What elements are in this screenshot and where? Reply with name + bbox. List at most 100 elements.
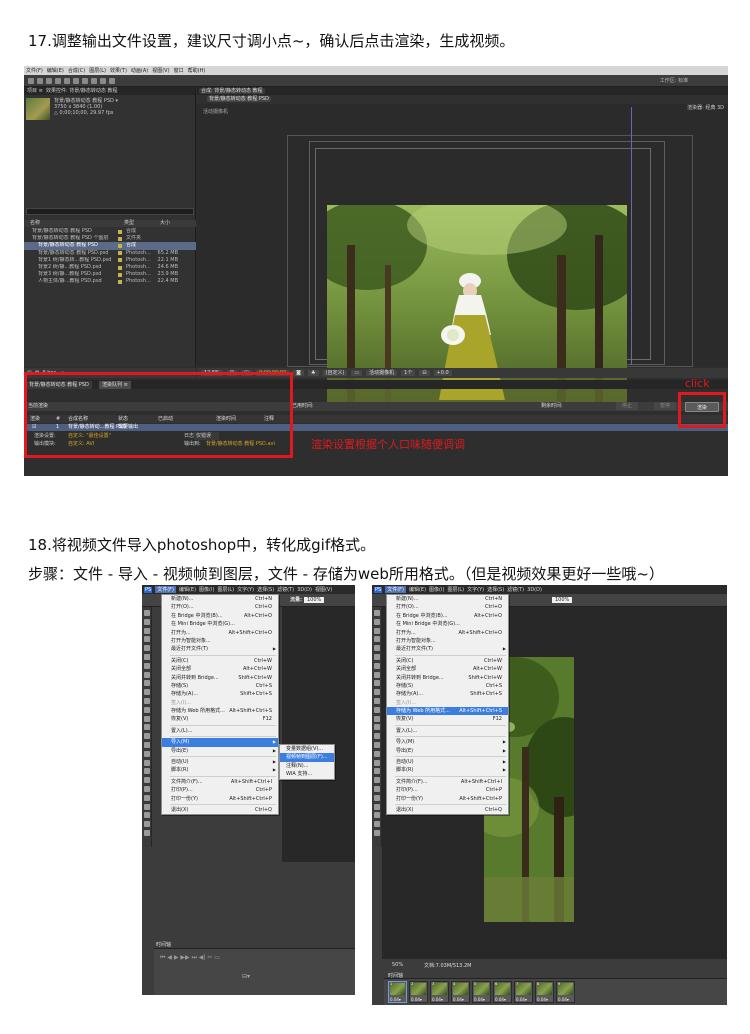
menu-item[interactable]: 在 Bridge 中浏览(B)... Alt+Ctrl+O bbox=[387, 612, 508, 620]
column-type[interactable]: 类型 bbox=[118, 220, 154, 227]
ps-menu-item[interactable]: 图像(I) bbox=[199, 586, 214, 593]
viewer-control[interactable]: ⊟ bbox=[419, 370, 430, 376]
pan-tool-icon[interactable] bbox=[73, 78, 79, 84]
project-item[interactable]: 背景/静态转动态 教程 PSD 合成 bbox=[24, 228, 196, 235]
project-item[interactable]: 背景1 树/静态转...教程 PSD.psd Photosh... 22.1 MB bbox=[24, 257, 196, 264]
menu-item[interactable]: 打开为... Alt+Shift+Ctrl+O bbox=[387, 629, 508, 637]
ps-tool-icon[interactable] bbox=[374, 742, 380, 748]
menu-item[interactable]: 打开为智能对象... bbox=[162, 637, 278, 645]
pause-button[interactable]: 暂停 bbox=[654, 402, 677, 410]
submenu-item[interactable]: WIA 支持... bbox=[280, 770, 334, 778]
frame-delay[interactable]: 0.04▾ bbox=[432, 997, 443, 1002]
menu-item[interactable]: 关闭全部 Alt+Ctrl+W bbox=[387, 665, 508, 673]
project-item[interactable]: 背景/静态转动态 教程 PSD.psd Photosh... 65.2 MB bbox=[24, 250, 196, 257]
menu-item[interactable]: 文件简介(F)... Alt+Shift+Ctrl+I bbox=[387, 778, 508, 786]
ae-menu-item[interactable]: 图层(L) bbox=[89, 67, 106, 74]
document-info[interactable]: 文档:7.03M/513.2M bbox=[424, 962, 471, 969]
ps-tool-icon[interactable] bbox=[374, 794, 380, 801]
ae-menu-item[interactable]: 合成(C) bbox=[68, 67, 85, 74]
ps-tool-icon[interactable] bbox=[374, 830, 380, 836]
ps-tool-icon[interactable] bbox=[144, 715, 150, 722]
menu-item[interactable]: 存储为(A)... Shift+Ctrl+S bbox=[387, 690, 508, 698]
ps-tool-icon[interactable] bbox=[374, 724, 380, 731]
ps-tool-icon[interactable] bbox=[374, 812, 380, 819]
brush-tool-icon[interactable] bbox=[109, 78, 115, 84]
viewer-control[interactable]: +0.0 bbox=[433, 370, 452, 376]
ps-tool-icon[interactable] bbox=[374, 610, 380, 616]
ae-menu-item[interactable]: 动画(A) bbox=[131, 67, 148, 74]
ps-tool-icon[interactable] bbox=[374, 645, 380, 652]
ps-menu-item[interactable]: 文件(F) bbox=[385, 586, 406, 593]
ps-tool-icon[interactable] bbox=[144, 680, 150, 687]
ps-tool-icon[interactable] bbox=[144, 759, 150, 766]
menu-item[interactable]: 关闭(C) Ctrl+W bbox=[387, 657, 508, 665]
ps-menu-item[interactable]: 视图(V) bbox=[315, 586, 332, 593]
project-item[interactable]: 背景2 树/静...教程 PSD.psd Photosh... 24.6 MB bbox=[24, 264, 196, 271]
project-search-input[interactable] bbox=[26, 208, 194, 215]
ps-tool-icon[interactable] bbox=[374, 627, 380, 634]
ps-menu-item[interactable]: 选择(S) bbox=[487, 586, 504, 593]
menu-item[interactable]: 打开为智能对象... bbox=[387, 637, 508, 645]
frame-delay[interactable]: 0.04▾ bbox=[537, 997, 548, 1002]
menu-item[interactable]: 签入(I)... bbox=[387, 699, 508, 707]
ps-tool-icon[interactable] bbox=[144, 733, 150, 740]
menu-item[interactable]: 文件简介(F)... Alt+Shift+Ctrl+I bbox=[162, 778, 278, 786]
animation-frame[interactable]: 4 0.04▾ bbox=[451, 981, 470, 1003]
ae-menu-item[interactable]: 编辑(E) bbox=[47, 67, 64, 74]
animation-frame[interactable]: 6 0.04▾ bbox=[493, 981, 512, 1003]
menu-item[interactable]: 脚本(R) ▶ bbox=[387, 766, 508, 774]
ps-tool-icon[interactable] bbox=[144, 662, 150, 669]
menu-item[interactable]: 最近打开文件(T) ▶ bbox=[387, 645, 508, 653]
menu-item[interactable]: 关闭(C) Ctrl+W bbox=[162, 657, 278, 665]
submenu-item[interactable]: 注释(N)... bbox=[280, 762, 334, 770]
ps-tool-icon[interactable] bbox=[374, 662, 380, 669]
viewer-control[interactable]: 1个 bbox=[401, 370, 416, 376]
ps-tool-icon[interactable] bbox=[144, 803, 150, 810]
menu-item[interactable]: 最近打开文件(T) ▶ bbox=[162, 645, 278, 653]
viewer-control[interactable]: ♣ bbox=[308, 370, 319, 376]
menu-item[interactable]: 导出(E) ▶ bbox=[387, 747, 508, 755]
viewer-control[interactable]: ▭ bbox=[351, 370, 363, 376]
column-size[interactable]: 大小 bbox=[154, 220, 170, 227]
ps-tool-icon[interactable] bbox=[144, 821, 150, 828]
menu-item[interactable]: 打印一份(Y) Alt+Shift+Ctrl+P bbox=[162, 795, 278, 803]
ps-menu-item[interactable]: 文字(Y) bbox=[237, 586, 254, 593]
comp-tab[interactable]: 合成: 背景/静态转动态 教程 bbox=[199, 88, 265, 94]
animation-frame[interactable]: 1 0.04▾ bbox=[388, 981, 407, 1003]
ps-tool-icon[interactable] bbox=[374, 715, 380, 722]
menu-item[interactable]: 打印(P)... Ctrl+P bbox=[162, 786, 278, 794]
ps-tool-icon[interactable] bbox=[374, 698, 380, 704]
ae-menu-item[interactable]: 文件(F) bbox=[26, 67, 43, 74]
ps-menu-item[interactable]: 文字(Y) bbox=[467, 586, 484, 593]
ps-tool-icon[interactable] bbox=[374, 680, 380, 687]
ps-tool-icon[interactable] bbox=[144, 777, 150, 784]
animation-frame[interactable]: 7 0.04▾ bbox=[514, 981, 533, 1003]
ps-tool-icon[interactable] bbox=[144, 786, 150, 792]
text-tool-icon[interactable] bbox=[100, 78, 106, 84]
animation-frame[interactable]: 5 0.04▾ bbox=[472, 981, 491, 1003]
flow-input[interactable]: 100% bbox=[304, 597, 325, 603]
hand-tool-icon[interactable] bbox=[37, 78, 43, 84]
effect-controls-tab[interactable]: 效果控件: 背景/静态转动态 教程 bbox=[46, 88, 118, 94]
ps-tool-icon[interactable] bbox=[144, 671, 150, 678]
menu-item[interactable]: 存储为 Web 所用格式... Alt+Shift+Ctrl+S bbox=[387, 707, 508, 716]
project-item[interactable]: 背景/静态转动态 教程 PSD 合成 bbox=[24, 242, 196, 250]
ps-menu-item[interactable]: 滤镜(T) bbox=[277, 586, 294, 593]
menu-item[interactable]: 在 Mini Bridge 中浏览(G)... bbox=[387, 620, 508, 628]
ps-tool-icon[interactable] bbox=[374, 689, 380, 696]
menu-item[interactable]: 退出(X) Ctrl+Q bbox=[162, 806, 278, 814]
frame-delay[interactable]: 0.04▾ bbox=[516, 997, 527, 1002]
ps-tool-icon[interactable] bbox=[374, 786, 380, 792]
menu-item[interactable]: 签入(I)... bbox=[162, 699, 278, 707]
comp-subtab[interactable]: 背景/静态转动态 教程 PSD bbox=[207, 96, 271, 102]
menu-item[interactable]: 导入(M) ▶ bbox=[162, 738, 278, 747]
selection-tool-icon[interactable] bbox=[28, 78, 34, 84]
workspace-selector[interactable]: 工作区: 标准 bbox=[660, 77, 688, 84]
animation-frame[interactable]: 8 0.04▾ bbox=[535, 981, 554, 1003]
animation-frame[interactable]: 9 0.04▾ bbox=[556, 981, 575, 1003]
flow-control[interactable]: 100% bbox=[550, 597, 573, 604]
ps-tool-icon[interactable] bbox=[144, 724, 150, 731]
frame-delay[interactable]: 0.04▾ bbox=[390, 997, 401, 1002]
ps-tool-icon[interactable] bbox=[144, 830, 150, 836]
pen-tool-icon[interactable] bbox=[91, 78, 97, 84]
